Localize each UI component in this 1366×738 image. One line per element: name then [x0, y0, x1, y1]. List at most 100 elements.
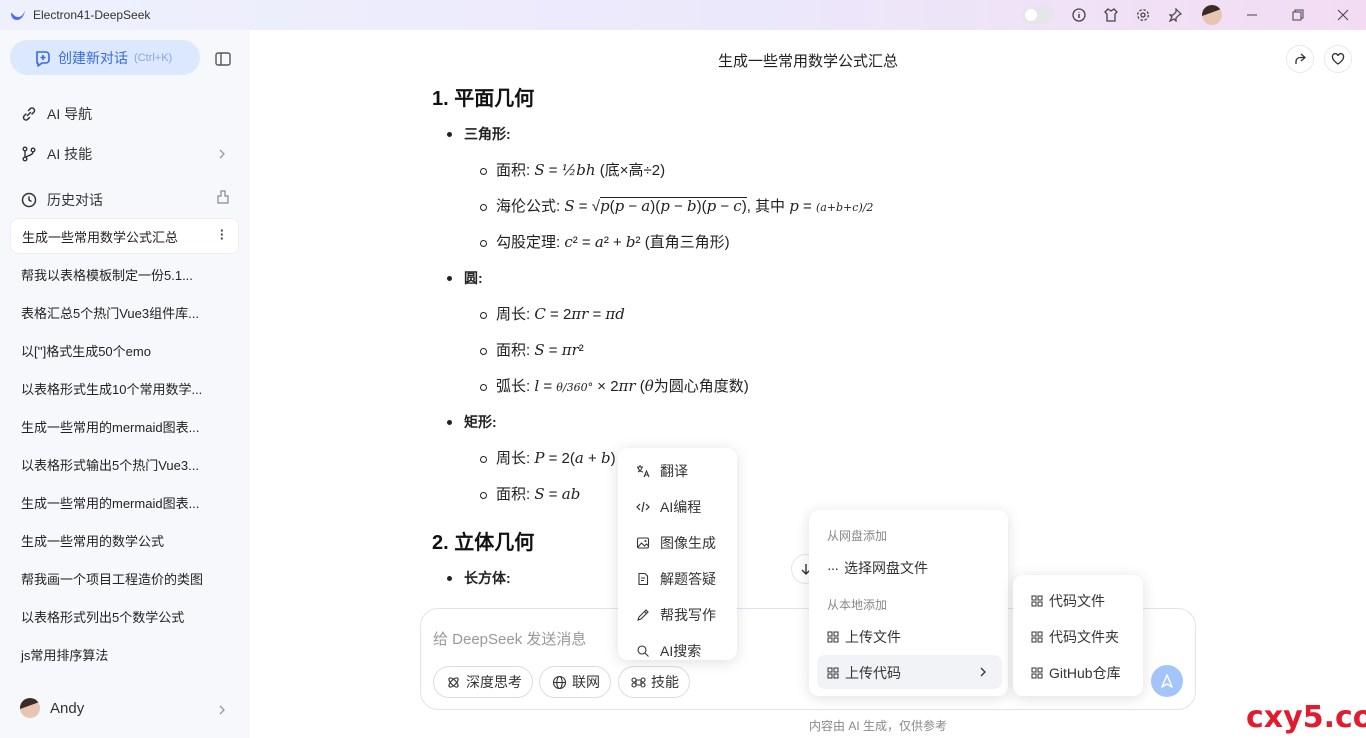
clear-history-icon[interactable] [216, 190, 230, 204]
close-icon[interactable] [1320, 0, 1366, 30]
pin-icon[interactable] [1167, 7, 1183, 23]
search-icon [637, 645, 649, 657]
upload-code[interactable]: 上传代码 [827, 663, 901, 683]
chevron-right-icon[interactable] [216, 704, 228, 716]
skill-ai-coding[interactable]: AI编程 [636, 497, 701, 517]
formula-item: 周长: P = 2(a + b) [432, 440, 1052, 476]
pen-icon [637, 609, 649, 621]
heart-icon [1331, 52, 1345, 65]
conversation-title: 以['']格式生成50个emo [21, 343, 151, 359]
history-clock-icon [21, 192, 37, 208]
nav-ai-skills[interactable]: AI 技能 [20, 143, 92, 165]
restore-icon[interactable] [1275, 0, 1321, 30]
conversation-item[interactable]: 生成一些常用的数学公式 [10, 522, 239, 558]
new-chat-label: 创建新对话 [58, 49, 128, 66]
submenu-label: 代码文件夹 [1049, 629, 1119, 645]
list-item: 三角形: [432, 116, 1052, 152]
formula-item: 海伦公式: S = √p(p − a)(p − b)(p − c), 其中 p … [432, 188, 1052, 224]
info-icon[interactable] [1071, 7, 1087, 23]
section-heading: 1. 平面几何 [432, 88, 535, 110]
skills-label: 技能 [651, 674, 679, 690]
conversation-item-active[interactable]: 生成一些常用数学公式汇总 · · · [10, 218, 239, 254]
code-file-item[interactable]: 代码文件 [1031, 591, 1105, 611]
skill-label: 解题答疑 [660, 571, 716, 587]
history-label: 历史对话 [47, 192, 103, 208]
skill-problem-solving[interactable]: 解题答疑 [636, 569, 716, 589]
upload-item-label: 上传代码 [845, 665, 901, 681]
conversation-title: 帮我画一个项目工程造价的类图 [21, 571, 204, 587]
chat-plus-icon [36, 50, 50, 67]
upload-item-label: 上传文件 [845, 629, 901, 645]
user-avatar[interactable] [1202, 5, 1222, 25]
conversation-title: 帮我以表格模板制定一份5.1... [21, 267, 193, 283]
conversation-item[interactable]: 以['']格式生成50个emo [10, 332, 239, 368]
skill-image-generation[interactable]: 图像生成 [636, 533, 716, 553]
grid-icon [827, 631, 839, 643]
page-title: 生成一些常用数学公式汇总 [717, 53, 898, 70]
grid-icon [1031, 631, 1043, 643]
formula-item: 面积: S = πr² [432, 332, 1052, 368]
code-icon [636, 501, 650, 513]
skill-translate[interactable]: 翻译 [636, 461, 688, 481]
favorite-button[interactable] [1324, 45, 1352, 73]
conversation-title: js常用排序算法 [21, 647, 109, 663]
web-search-button[interactable]: 联网 [539, 666, 611, 698]
more-options-icon[interactable]: · · · [220, 224, 224, 245]
minimize-icon[interactable] [1229, 0, 1275, 30]
skill-writing[interactable]: 帮我写作 [636, 605, 716, 625]
nav-ai-navigation[interactable]: AI 导航 [20, 103, 92, 125]
conversation-item[interactable]: 生成一些常用的mermaid图表... [10, 484, 239, 520]
conversation-item[interactable]: 表格汇总5个热门Vue3组件库... [10, 294, 239, 330]
skill-label: 帮我写作 [660, 607, 716, 623]
conversation-item[interactable]: 帮我画一个项目工程造价的类图 [10, 560, 239, 596]
conversation-item[interactable]: 以表格形式输出5个热门Vue3... [10, 446, 239, 482]
submenu-label: 代码文件 [1049, 593, 1105, 609]
conversation-item[interactable]: 以表格形式列出5个数学公式 [10, 598, 239, 634]
share-button[interactable] [1286, 45, 1314, 73]
more-dots-icon: ··· [827, 560, 839, 576]
window-title: Electron41-DeepSeek [33, 8, 151, 22]
conversation-item[interactable]: 帮我以表格模板制定一份5.1... [10, 256, 239, 292]
conversation-item[interactable]: 生成一些常用的mermaid图表... [10, 408, 239, 444]
cloud-section-header: 从网盘添加 [827, 529, 888, 543]
send-button[interactable] [1151, 665, 1183, 697]
conversation-title: 生成一些常用的mermaid图表... [21, 495, 200, 511]
skill-ai-search[interactable]: AI搜索 [636, 641, 701, 660]
sidebar: 创建新对话 (Ctrl+K) AI 导航 AI 技能 历史对话 生成一些常用数学… [0, 30, 250, 738]
theme-toggle[interactable] [1022, 6, 1054, 24]
message-input[interactable]: 给 DeepSeek 发送消息 [433, 628, 586, 649]
github-repo-item[interactable]: GitHub仓库 [1031, 663, 1121, 683]
upload-code-submenu: 代码文件 代码文件夹 GitHub仓库 [1013, 575, 1143, 696]
sidebar-toggle-icon[interactable] [214, 50, 232, 68]
conversation-item[interactable]: 以表格形式生成10个常用数学... [10, 370, 239, 406]
new-chat-button[interactable]: 创建新对话 (Ctrl+K) [10, 40, 200, 75]
conversation-item[interactable]: js常用排序算法 [10, 636, 239, 672]
skill-label: AI编程 [660, 499, 702, 515]
shirt-icon[interactable] [1103, 7, 1119, 23]
nav-label: AI 导航 [47, 106, 93, 122]
skill-label: AI搜索 [660, 643, 702, 659]
share-icon [1295, 53, 1306, 64]
upload-menu: 从网盘添加 ··· 选择网盘文件 从本地添加 上传文件 上传代码 [809, 510, 1008, 696]
deep-think-label: 深度思考 [466, 674, 522, 690]
globe-icon [552, 675, 567, 689]
user-profile[interactable]: Andy [20, 698, 84, 718]
deep-think-button[interactable]: 深度思考 [433, 666, 533, 698]
deepseek-whale-icon [11, 11, 25, 20]
skills-menu: 翻译 AI编程 图像生成 解题答疑 帮我写作 AI搜索 [618, 448, 737, 660]
new-chat-shortcut: (Ctrl+K) [134, 51, 173, 64]
formula-item: 弧长: l = θ/360° × 2πr (θ为圆心角度数) [432, 368, 1052, 404]
skills-button[interactable]: 技能 [618, 666, 690, 698]
chevron-right-icon [219, 149, 225, 159]
site-watermark: cxy5.com [1246, 700, 1366, 735]
branch-icon [22, 146, 36, 162]
link-icon [22, 107, 36, 121]
conversation-title: 以表格形式生成10个常用数学... [21, 381, 203, 397]
select-cloud-file[interactable]: ··· 选择网盘文件 [827, 558, 928, 578]
list-item: 矩形: [432, 404, 1052, 440]
gear-icon[interactable] [1135, 7, 1151, 23]
code-folder-item[interactable]: 代码文件夹 [1031, 627, 1119, 647]
image-icon [636, 537, 650, 549]
conversation-title: 以表格形式输出5个热门Vue3... [21, 457, 199, 473]
upload-file[interactable]: 上传文件 [827, 627, 901, 647]
